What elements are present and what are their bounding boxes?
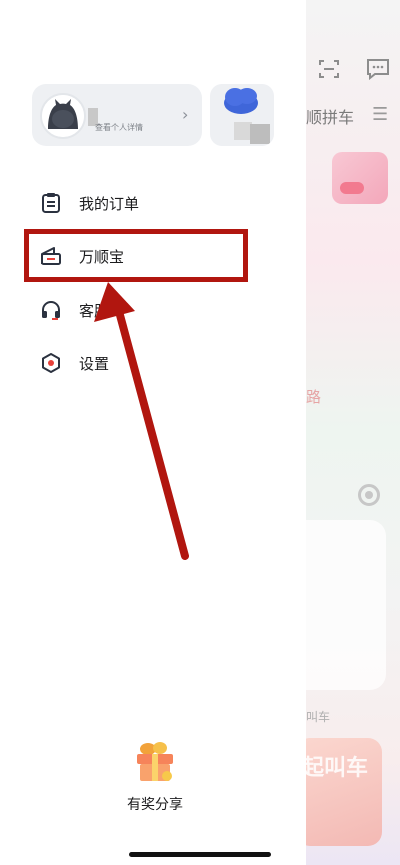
gift-icon [137,742,173,781]
menu-item-my-orders[interactable]: 我的订单 [40,188,139,218]
chevron-right-icon: › [182,105,189,124]
background-app: 顺拼车 ☰ 路 叫车 起叫车 [306,0,400,865]
share-label: 有奖分享 [127,797,183,813]
menu-icon[interactable]: ☰ [372,104,388,125]
menu-item-customer-service[interactable]: 客服 [40,295,109,325]
share-button[interactable]: 有奖分享 [105,736,205,816]
settings-icon [40,352,62,374]
menu-item-label: 设置 [79,354,110,373]
background-promo-card[interactable]: 起叫车 [306,738,382,846]
message-icon[interactable] [366,58,390,85]
cloud-card[interactable] [210,84,274,146]
headset-icon [40,299,62,321]
menu-item-label: 我的订单 [79,194,140,213]
background-card [306,520,386,690]
background-section-label: 叫车 [306,710,331,724]
side-drawer: 查看个人详情 › 我的订单 万顺宝 客服 设置 有奖分享 [0,0,306,865]
background-route-label: 路 [306,388,322,406]
profile-subtitle: 查看个人详情 [95,123,143,132]
profile-card[interactable]: 查看个人详情 › [32,84,202,146]
background-promo-label: 起叫车 [306,756,369,781]
menu-item-label: 客服 [79,301,110,320]
locate-icon[interactable] [358,484,380,506]
home-indicator [129,852,271,857]
background-banner-image [332,152,388,204]
scan-icon[interactable] [318,58,340,85]
order-icon [40,192,62,214]
menu-item-settings[interactable]: 设置 [40,348,109,378]
avatar[interactable] [40,93,86,139]
background-tab-label[interactable]: 顺拼车 [306,104,354,128]
highlight-box [24,229,248,282]
